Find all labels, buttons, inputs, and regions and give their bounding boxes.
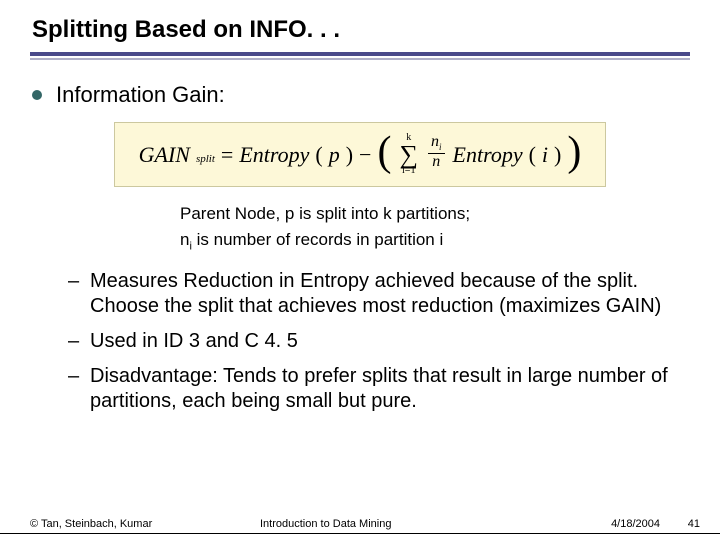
fraction: ni n <box>428 134 445 170</box>
formula-lhs-sub: split <box>196 153 215 165</box>
title-divider <box>30 52 690 60</box>
summation-icon: k ∑ i=1 <box>399 133 418 176</box>
list-item-text: Measures Reduction in Entropy achieved b… <box>90 269 690 320</box>
list-item-text: Disadvantage: Tends to prefer splits tha… <box>90 364 690 415</box>
formula-entropy-i: Entropy <box>453 142 523 168</box>
bullet-icon <box>32 90 42 100</box>
note-line-1: Parent Node, p is split into k partition… <box>180 201 690 227</box>
footer-page: 41 <box>660 518 700 530</box>
slide-footer: © Tan, Steinbach, Kumar Introduction to … <box>0 518 720 530</box>
formula-p-arg: p <box>329 142 340 168</box>
footer-title: Introduction to Data Mining <box>230 518 560 530</box>
formula-notes: Parent Node, p is split into k partition… <box>180 201 690 254</box>
formula-minus: − <box>359 142 371 168</box>
formula-entropy-p: Entropy <box>239 142 309 168</box>
footer-divider <box>0 533 720 534</box>
frac-num: n <box>431 133 439 150</box>
bullet-text: Information Gain: <box>56 82 225 108</box>
paren-open-icon: ( <box>377 136 391 170</box>
dash-icon: – <box>68 364 90 415</box>
formula-lhs: GAIN <box>139 142 190 168</box>
slide-title: Splitting Based on INFO. . . <box>30 16 690 44</box>
frac-num-sub: i <box>439 143 442 153</box>
dash-list: – Measures Reduction in Entropy achieved… <box>68 269 690 415</box>
dash-icon: – <box>68 269 90 320</box>
dash-icon: – <box>68 329 90 355</box>
list-item: – Measures Reduction in Entropy achieved… <box>68 269 690 320</box>
footer-copyright: © Tan, Steinbach, Kumar <box>30 518 230 530</box>
list-item-text: Used in ID 3 and C 4. 5 <box>90 329 690 355</box>
footer-date: 4/18/2004 <box>560 518 660 530</box>
formula-container: GAINsplit = Entropy(p) − ( k ∑ i=1 ni n … <box>30 122 690 187</box>
formula-i-arg: i <box>542 142 548 168</box>
note-line-2: ni is number of records in partition i <box>180 227 690 255</box>
paren-close-icon: ) <box>567 136 581 170</box>
slide: Splitting Based on INFO. . . Information… <box>0 0 720 540</box>
bullet-information-gain: Information Gain: <box>32 82 690 108</box>
list-item: – Used in ID 3 and C 4. 5 <box>68 329 690 355</box>
formula-eq: = <box>221 142 233 168</box>
list-item: – Disadvantage: Tends to prefer splits t… <box>68 364 690 415</box>
frac-den: n <box>429 154 443 171</box>
sum-lower: i=1 <box>402 166 415 176</box>
formula-box: GAINsplit = Entropy(p) − ( k ∑ i=1 ni n … <box>114 122 607 187</box>
